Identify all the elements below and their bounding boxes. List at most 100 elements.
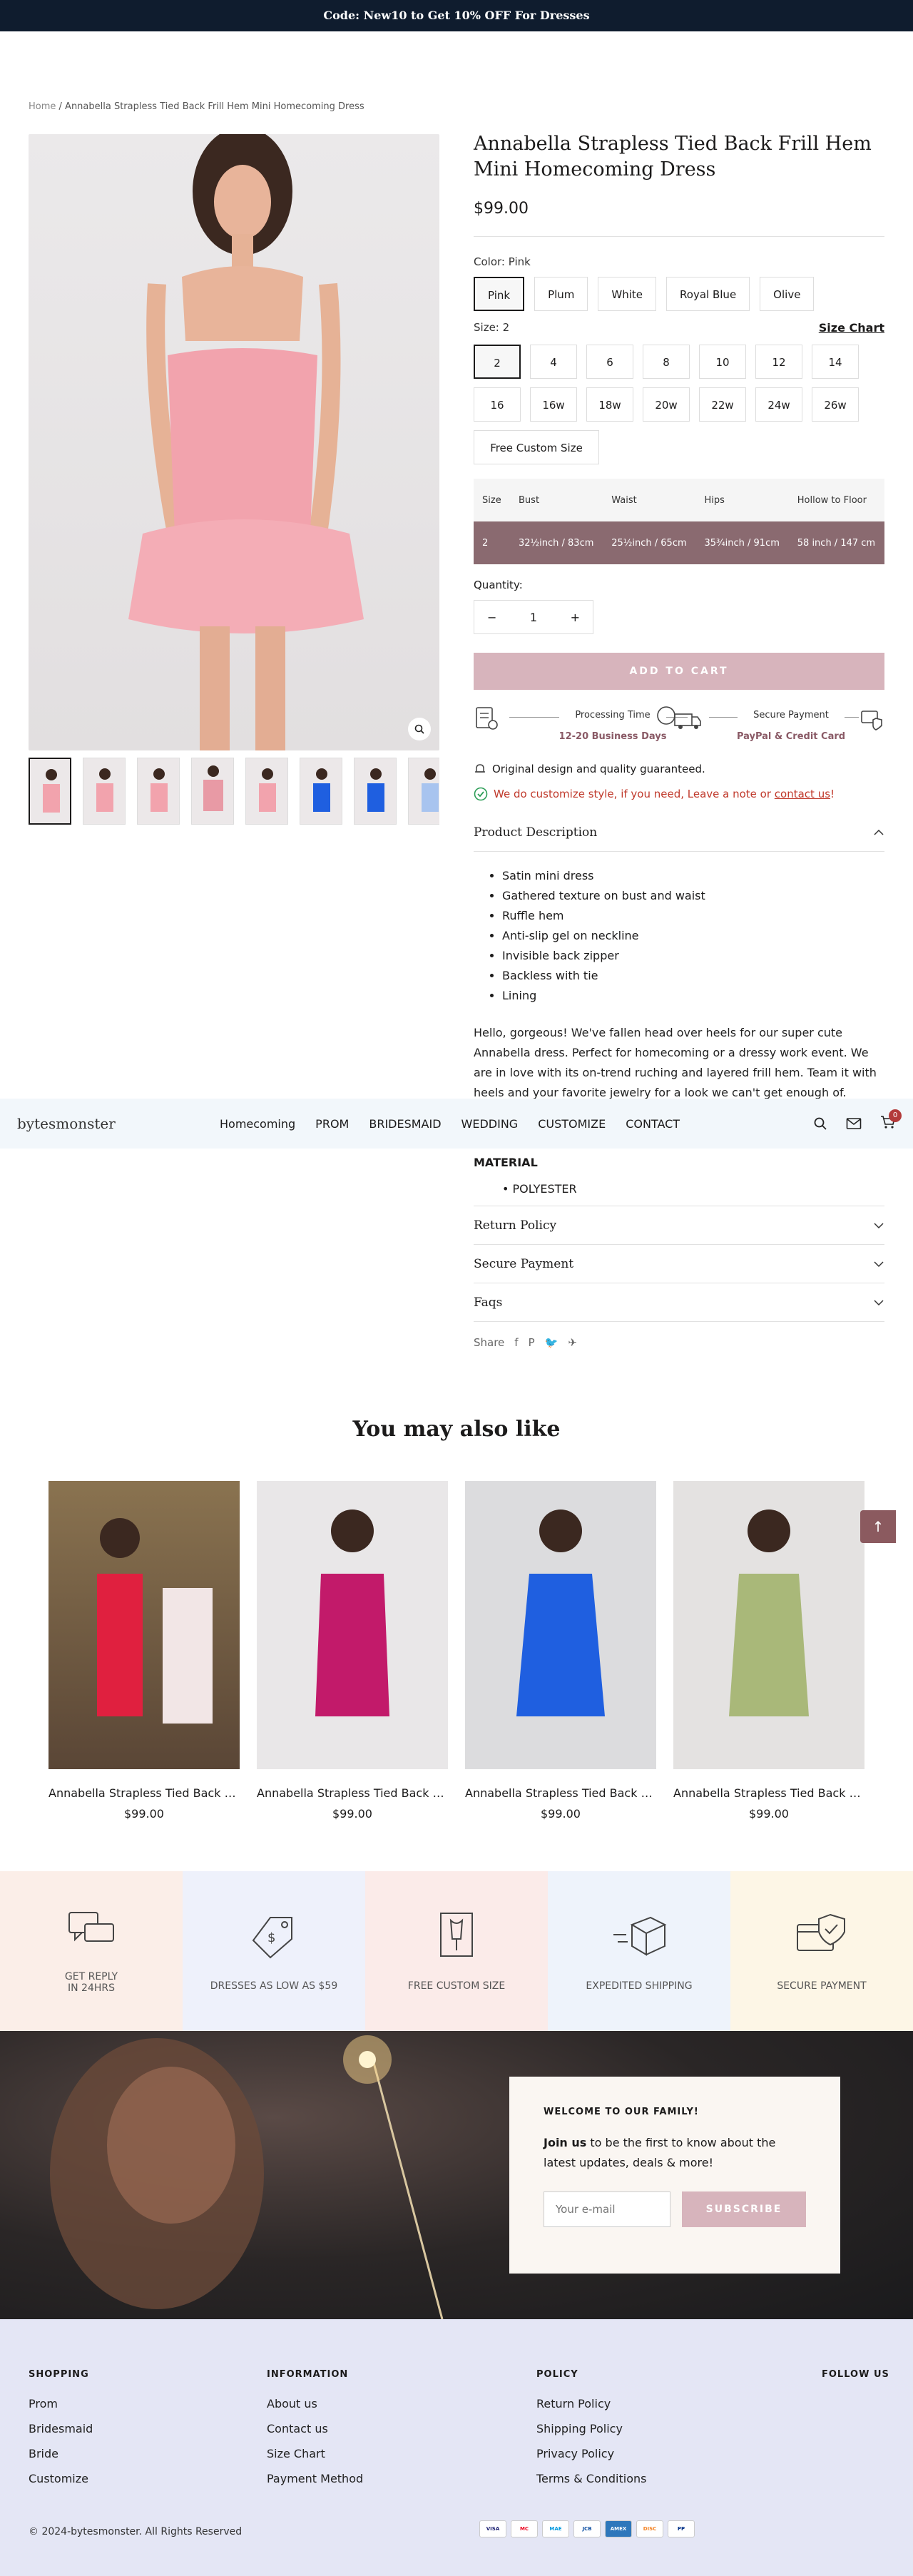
thumbnail-5[interactable] — [245, 758, 288, 825]
product-card[interactable]: Annabella Strapless Tied Back Frill Hem … — [673, 1481, 864, 1821]
product-card-name[interactable]: Annabella Strapless Tied Back Frill Hem … — [257, 1786, 448, 1800]
footer-link[interactable]: Payment Method — [267, 2472, 363, 2485]
nav-item-bridesmaid[interactable]: BRIDESMAID — [369, 1117, 441, 1131]
product-card-image[interactable] — [257, 1481, 448, 1769]
quantity-value[interactable]: 1 — [530, 611, 537, 624]
product-card-name[interactable]: Annabella Strapless Tied Back Frill Hem … — [49, 1786, 240, 1800]
size-option[interactable]: 8 — [643, 345, 690, 379]
footer-link[interactable]: Customize — [29, 2472, 93, 2485]
product-card-name[interactable]: Annabella Strapless Tied Back Frill Hem … — [465, 1786, 656, 1800]
subscribe-button[interactable]: SUBSCRIBE — [682, 2191, 806, 2227]
size-option[interactable]: 16 — [474, 387, 521, 422]
thumbnail-1[interactable] — [29, 758, 71, 825]
thumbnail-4[interactable] — [191, 758, 234, 825]
cart-button[interactable]: 0 — [880, 1109, 902, 1132]
size-option[interactable]: 20w — [643, 387, 690, 422]
size-option[interactable]: 18w — [586, 387, 633, 422]
newsletter-text: Join us to be the first to know about th… — [544, 2136, 776, 2169]
size-option[interactable]: 24w — [755, 387, 802, 422]
nav-item-customize[interactable]: CUSTOMIZE — [538, 1117, 606, 1131]
newsletter-card: WELCOME TO OUR FAMILY! Join us to be the… — [509, 2077, 840, 2274]
footer-link[interactable]: Bridesmaid — [29, 2422, 93, 2435]
thumbnail-8[interactable] — [408, 758, 439, 825]
footer-link[interactable]: Bride — [29, 2447, 93, 2460]
size-chart-link[interactable]: Size Chart — [819, 321, 884, 335]
back-to-top-button[interactable]: ↑ — [860, 1510, 896, 1543]
color-option-white[interactable]: White — [598, 277, 657, 311]
product-card-image[interactable] — [673, 1481, 864, 1769]
product-card[interactable]: Annabella Strapless Tied Back Frill Hem … — [49, 1481, 240, 1821]
color-option-pink[interactable]: Pink — [474, 277, 525, 311]
share-bar: Share f P 🐦 ✈ — [474, 1336, 884, 1349]
size-table: Size Bust Waist Hips Hollow to Floor 2 3… — [474, 479, 884, 564]
color-options: Pink Plum White Royal Blue Olive — [474, 277, 884, 311]
paypal-icon: PP — [668, 2520, 695, 2537]
product-card[interactable]: Annabella Strapless Tied Back Frill Hem … — [465, 1481, 656, 1821]
footer-link[interactable]: Prom — [29, 2397, 93, 2410]
site-logo[interactable]: bytesmonster — [17, 1115, 188, 1132]
amex-icon: AMEX — [605, 2520, 632, 2537]
minus-icon[interactable]: − — [487, 611, 496, 624]
product-description: Hello, gorgeous! We've fallen head over … — [474, 1026, 877, 1099]
footer-heading: INFORMATION — [267, 2369, 349, 2380]
product-card-image[interactable] — [465, 1481, 656, 1769]
product-card-image[interactable] — [49, 1481, 240, 1769]
size-option[interactable]: 14 — [812, 345, 859, 379]
size-options: 2 4 6 8 10 12 14 16 16w 18w 20w 22w 24w … — [474, 345, 884, 464]
nav-item-homecoming[interactable]: Homecoming — [220, 1117, 295, 1131]
table-header: Size — [474, 479, 511, 521]
size-option[interactable]: 10 — [699, 345, 746, 379]
footer-information: INFORMATION About us Contact us Size Cha… — [267, 2369, 363, 2497]
mail-icon[interactable] — [846, 1117, 862, 1130]
color-option-plum[interactable]: Plum — [534, 277, 588, 311]
footer-link[interactable]: Privacy Policy — [536, 2447, 646, 2460]
color-option-olive[interactable]: Olive — [760, 277, 815, 311]
footer-link[interactable]: Shipping Policy — [536, 2422, 646, 2435]
facebook-icon[interactable]: f — [514, 1336, 518, 1349]
thumbnail-2[interactable] — [83, 758, 126, 825]
product-main-image[interactable] — [29, 134, 439, 750]
footer-link[interactable]: Size Chart — [267, 2447, 363, 2460]
material-heading: MATERIAL — [474, 1156, 538, 1169]
return-policy-toggle[interactable]: Return Policy — [474, 1206, 884, 1245]
thumbnail-6[interactable] — [300, 758, 342, 825]
size-option-custom[interactable]: Free Custom Size — [474, 430, 599, 464]
plus-icon[interactable]: + — [571, 611, 580, 624]
footer-link[interactable]: About us — [267, 2397, 363, 2410]
secure-payment-toggle[interactable]: Secure Payment — [474, 1245, 884, 1283]
faqs-toggle[interactable]: Faqs — [474, 1283, 884, 1322]
thumbnail-7[interactable] — [354, 758, 397, 825]
thumbnail-3[interactable] — [137, 758, 180, 825]
zoom-button[interactable] — [408, 718, 431, 740]
pinterest-icon[interactable]: P — [529, 1336, 535, 1349]
size-option[interactable]: 12 — [755, 345, 802, 379]
contact-us-link[interactable]: contact us — [775, 788, 830, 800]
nav-item-wedding[interactable]: WEDDING — [461, 1117, 519, 1131]
size-option[interactable]: 2 — [474, 345, 521, 379]
price-tag-icon: $ — [252, 1917, 292, 1959]
nav-item-prom[interactable]: PROM — [315, 1117, 349, 1131]
size-option[interactable]: 4 — [530, 345, 577, 379]
footer-link[interactable]: Contact us — [267, 2422, 363, 2435]
footer-link[interactable]: Return Policy — [536, 2397, 646, 2410]
size-option[interactable]: 22w — [699, 387, 746, 422]
product-description-toggle[interactable]: Product Description — [474, 814, 884, 852]
size-option[interactable]: 26w — [812, 387, 859, 422]
telegram-icon[interactable]: ✈ — [568, 1336, 577, 1349]
size-option[interactable]: 16w — [530, 387, 577, 422]
size-option[interactable]: 6 — [586, 345, 633, 379]
material-value: • POLYESTER — [474, 1169, 884, 1206]
color-option-royal-blue[interactable]: Royal Blue — [666, 277, 750, 311]
twitter-icon[interactable]: 🐦 — [545, 1336, 558, 1349]
nav-item-contact[interactable]: CONTACT — [626, 1117, 680, 1131]
payment-methods: VISA MC MAE JCB AMEX DISC PP — [479, 2520, 695, 2537]
footer-link[interactable]: Terms & Conditions — [536, 2472, 646, 2485]
table-cell: 25½inch / 65cm — [603, 521, 696, 564]
breadcrumb-home[interactable]: Home — [29, 101, 56, 112]
search-icon[interactable] — [813, 1116, 827, 1131]
product-card-name[interactable]: Annabella Strapless Tied Back Frill Hem … — [673, 1786, 864, 1800]
email-field[interactable] — [544, 2191, 670, 2227]
footer-heading: SHOPPING — [29, 2369, 89, 2380]
product-card[interactable]: Annabella Strapless Tied Back Frill Hem … — [257, 1481, 448, 1821]
add-to-cart-button[interactable]: ADD TO CART — [474, 653, 884, 690]
